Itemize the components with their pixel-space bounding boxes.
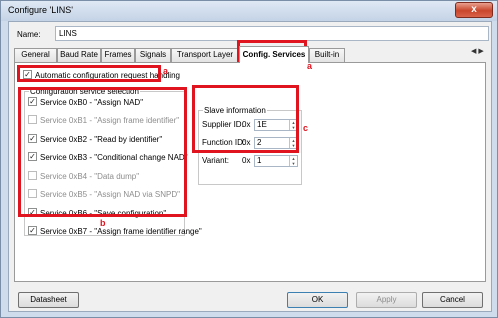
tab-transport-layer[interactable]: Transport Layer bbox=[171, 48, 239, 62]
close-button[interactable]: x bbox=[455, 2, 493, 18]
ok-button[interactable]: OK bbox=[287, 292, 348, 308]
service-b7-label: Service 0xB7 - "Assign frame identifier … bbox=[40, 227, 202, 236]
annotation-c: c bbox=[303, 123, 309, 133]
tab-config-services[interactable]: Config. Services bbox=[239, 46, 309, 63]
name-label: Name: bbox=[17, 30, 41, 39]
configure-dialog: Configure 'LINS' x Name: LINS General Ba… bbox=[0, 0, 498, 318]
tab-strip: General Baud Rate Frames Signals Transpo… bbox=[14, 46, 484, 63]
annotation-b: b bbox=[100, 218, 106, 228]
tab-general[interactable]: General bbox=[14, 48, 57, 62]
service-b7-checkbox[interactable]: ✓ Service 0xB7 - "Assign frame identifier… bbox=[28, 226, 202, 237]
highlight-box-slave-info bbox=[192, 85, 299, 153]
spin-arrows-icon[interactable]: ▲ ▼ bbox=[289, 156, 297, 166]
cancel-button[interactable]: Cancel bbox=[422, 292, 483, 308]
tab-frames[interactable]: Frames bbox=[101, 48, 135, 62]
highlight-box-auto-config bbox=[17, 65, 161, 82]
annotation-a-auto-config: a bbox=[163, 66, 169, 76]
window-title: Configure 'LINS' bbox=[8, 5, 73, 15]
datasheet-button[interactable]: Datasheet bbox=[18, 292, 79, 308]
tab-scroll-arrows-icon[interactable]: ◀ ▶ bbox=[471, 47, 484, 55]
variant-input[interactable]: 1 ▲ ▼ bbox=[254, 155, 298, 167]
variant-prefix: 0x bbox=[242, 156, 251, 165]
name-field[interactable]: LINS bbox=[55, 26, 489, 41]
variant-label: Variant: bbox=[202, 156, 229, 165]
tab-baud-rate[interactable]: Baud Rate bbox=[57, 48, 101, 62]
checkbox-checked-icon: ✓ bbox=[28, 226, 37, 236]
title-bar: Configure 'LINS' x bbox=[1, 1, 497, 21]
tab-built-in[interactable]: Built-in bbox=[309, 48, 345, 62]
tab-signals[interactable]: Signals bbox=[135, 48, 171, 62]
dialog-client: Name: LINS General Baud Rate Frames Sign… bbox=[8, 21, 492, 312]
apply-button[interactable]: Apply bbox=[356, 292, 417, 308]
highlight-box-services bbox=[18, 87, 187, 217]
variant-value: 1 bbox=[257, 156, 262, 165]
